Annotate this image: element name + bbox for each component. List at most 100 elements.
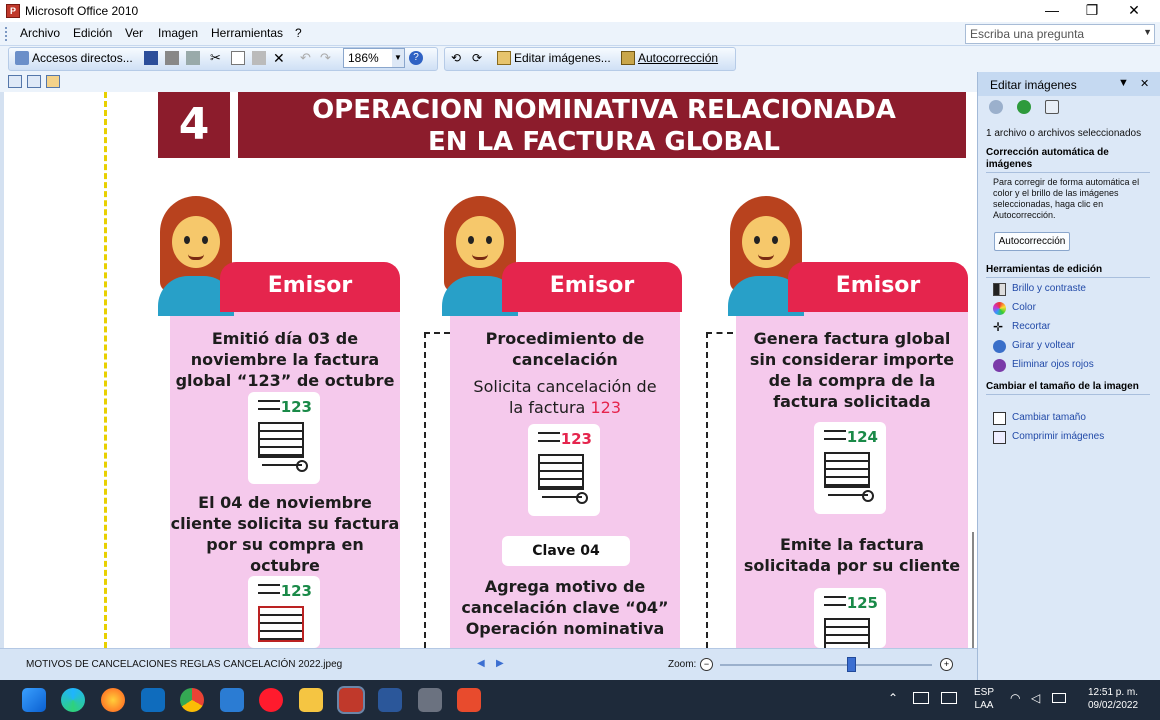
window-title: Microsoft Office 2010 xyxy=(25,4,139,18)
tool-girar[interactable]: Girar y voltear xyxy=(1012,340,1075,351)
firefox-icon[interactable] xyxy=(101,688,125,712)
help-icon[interactable]: ? xyxy=(409,51,423,65)
edge-icon[interactable] xyxy=(61,688,85,712)
minimize-button[interactable]: — xyxy=(1030,0,1074,22)
undo-icon[interactable]: ↶ xyxy=(300,51,314,65)
menu-bar: Archivo Edición Ver Imagen Herramientas … xyxy=(0,22,1160,46)
menu-edicion[interactable]: Edición xyxy=(73,26,112,40)
calculator-icon[interactable] xyxy=(418,688,442,712)
zoom-out-icon[interactable]: − xyxy=(700,658,713,671)
autocorreccion-pane-button[interactable]: Autocorrección xyxy=(994,232,1070,251)
rotate-icon xyxy=(993,340,1006,353)
header-number: 4 xyxy=(158,92,238,158)
maximize-button[interactable]: ❐ xyxy=(1070,0,1114,22)
zoom-value: 186% xyxy=(348,51,379,65)
volume-icon[interactable]: ◁ xyxy=(1031,692,1040,705)
chrome-icon[interactable] xyxy=(180,688,204,712)
mail-icon[interactable] xyxy=(220,688,244,712)
file-explorer-icon[interactable] xyxy=(299,688,323,712)
column-3-text-2: Emite la factura solicitada por su clien… xyxy=(743,535,961,575)
back-icon[interactable] xyxy=(989,100,1003,114)
picture-manager-icon[interactable] xyxy=(337,686,365,714)
section-resize: Cambiar el tamaño de la imagen xyxy=(986,381,1150,395)
tool-comprimir[interactable]: Comprimir imágenes xyxy=(1012,431,1104,442)
zoom-dropdown-icon[interactable]: ▼ xyxy=(392,49,404,67)
thumbnail-view-icon[interactable] xyxy=(8,75,22,88)
menu-archivo[interactable]: Archivo xyxy=(20,26,60,40)
close-button[interactable]: ✕ xyxy=(1112,0,1156,22)
start-icon[interactable] xyxy=(22,688,46,712)
image-canvas[interactable]: 4 OPERACION NOMINATIVA RELACIONADA EN LA… xyxy=(0,92,977,648)
header-title: OPERACION NOMINATIVA RELACIONADA EN LA F… xyxy=(254,94,954,158)
column-2-text-1: Procedimiento de cancelación xyxy=(485,329,645,369)
zoom-combobox[interactable]: 186% ▼ xyxy=(343,48,405,68)
display-icon[interactable] xyxy=(941,692,957,704)
emisor-tab-1: Emisor xyxy=(220,262,400,312)
task-pane-menu-icon[interactable]: ▼ xyxy=(1118,77,1129,89)
invoice-icon-125: 125 xyxy=(814,588,886,648)
menu-help[interactable]: ? xyxy=(295,26,302,40)
keyboard-icon[interactable] xyxy=(913,692,929,704)
wifi-icon[interactable]: ◠ xyxy=(1010,692,1020,705)
print-icon[interactable] xyxy=(165,51,179,65)
column-2-text-3: Agrega motivo de cancelación clave “04” … xyxy=(461,577,669,638)
vertical-scrollbar[interactable] xyxy=(972,532,974,648)
outlook-icon[interactable] xyxy=(141,688,165,712)
zoom-slider-track[interactable] xyxy=(720,664,932,666)
redo-icon[interactable]: ↷ xyxy=(320,51,334,65)
column-3-text-1: Genera factura global sin considerar imp… xyxy=(749,329,955,411)
autocorreccion-button[interactable]: Autocorrección xyxy=(638,50,718,66)
filmstrip-view-icon[interactable] xyxy=(27,75,41,88)
cut-icon[interactable]: ✂ xyxy=(210,51,224,65)
office-app-icon: P xyxy=(6,4,20,18)
red-eye-icon xyxy=(993,359,1006,372)
tool-color[interactable]: Color xyxy=(1012,302,1036,313)
clock[interactable]: 12:51 p. m. 09/02/2022 xyxy=(1078,686,1148,712)
tray-chevron-icon[interactable]: ⌃ xyxy=(888,692,898,705)
emisor-tab-3: Emisor xyxy=(788,262,968,312)
paste-icon[interactable] xyxy=(252,51,266,65)
status-bar: MOTIVOS DE CANCELACIONES REGLAS CANCELAC… xyxy=(0,648,977,680)
ask-question-input[interactable]: Escriba una pregunta ▼ xyxy=(965,24,1155,44)
input-language[interactable]: ESP LAA xyxy=(970,686,998,712)
rotate-left-icon[interactable]: ⟲ xyxy=(451,51,465,65)
accesos-directos-button[interactable]: Accesos directos... xyxy=(32,50,133,66)
header-line-1: OPERACION NOMINATIVA RELACIONADA xyxy=(312,95,896,125)
invoice-icon-124: 124 xyxy=(814,422,886,514)
menu-ver[interactable]: Ver xyxy=(125,26,143,40)
tool-brillo[interactable]: Brillo y contraste xyxy=(1012,283,1086,294)
auto-correction-description: Para corregir de forma automática el col… xyxy=(993,177,1140,220)
edit-pictures-icon xyxy=(497,51,511,65)
menu-grip[interactable] xyxy=(5,27,8,41)
zoom-slider-thumb[interactable] xyxy=(847,657,857,672)
copy-icon[interactable] xyxy=(231,51,245,65)
zoom-label: Zoom: xyxy=(668,659,697,670)
forward-icon[interactable] xyxy=(1017,100,1031,114)
menu-imagen[interactable]: Imagen xyxy=(158,26,198,40)
editar-imagenes-button[interactable]: Editar imágenes... xyxy=(514,50,611,66)
column-2-text-2: Solicita cancelación de la factura 123 xyxy=(473,377,657,417)
home-icon[interactable] xyxy=(1045,100,1059,114)
single-view-icon[interactable] xyxy=(46,75,60,88)
tool-ojos-rojos[interactable]: Eliminar ojos rojos xyxy=(1012,359,1094,370)
opera-icon[interactable] xyxy=(259,688,283,712)
ask-question-placeholder: Escriba una pregunta xyxy=(970,27,1085,41)
menu-herramientas[interactable]: Herramientas xyxy=(211,26,283,40)
word-icon[interactable] xyxy=(378,688,402,712)
preview-icon[interactable] xyxy=(186,51,200,65)
delete-icon[interactable]: ✕ xyxy=(273,51,287,65)
tool-cambiar-tamano[interactable]: Cambiar tamaño xyxy=(1012,412,1086,423)
previous-image-icon[interactable]: ◀ xyxy=(477,658,485,669)
tool-recortar[interactable]: Recortar xyxy=(1012,321,1050,332)
battery-icon[interactable] xyxy=(1052,693,1066,703)
chevron-down-icon[interactable]: ▼ xyxy=(1143,27,1152,37)
save-icon[interactable] xyxy=(144,51,158,65)
zoom-in-icon[interactable]: + xyxy=(940,658,953,671)
next-image-icon[interactable]: ▶ xyxy=(496,658,504,669)
app-icon[interactable] xyxy=(457,688,481,712)
task-pane-close-icon[interactable]: ✕ xyxy=(1140,77,1149,90)
title-bar: P Microsoft Office 2010 — ❐ ✕ xyxy=(0,0,1160,22)
yellow-dashed-line xyxy=(104,92,107,648)
section-edit-tools: Herramientas de edición xyxy=(986,264,1150,278)
rotate-right-icon[interactable]: ⟳ xyxy=(472,51,486,65)
